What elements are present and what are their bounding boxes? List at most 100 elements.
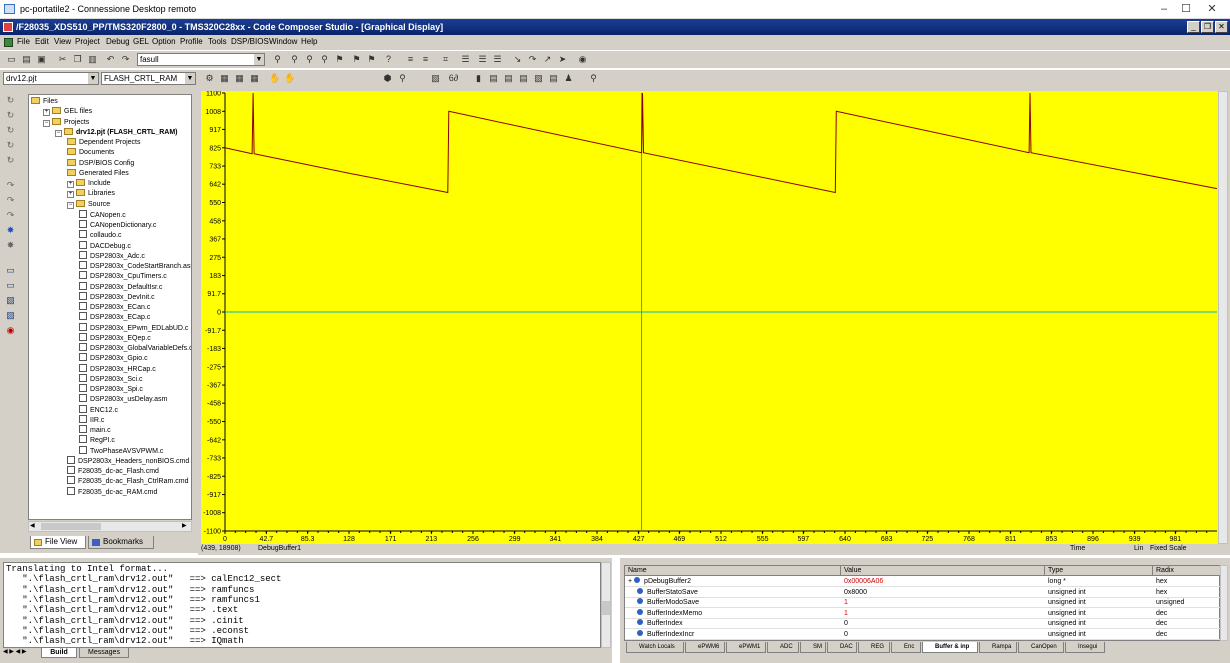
scroll-left-icon[interactable]: ◀ xyxy=(30,523,38,530)
watch-tab[interactable]: Insegui xyxy=(1065,642,1105,653)
tree-item[interactable]: DSP2803x_CodeStartBranch.asm xyxy=(79,261,191,271)
menu-profile[interactable]: Profile xyxy=(180,37,203,46)
menu-edit[interactable]: Edit xyxy=(35,37,49,46)
ccs-close-icon[interactable]: ✕ xyxy=(1215,21,1228,33)
tree-item[interactable]: DSP2803x_Gpio.c xyxy=(79,353,148,363)
registers-icon[interactable]: ▤ xyxy=(488,73,499,84)
search-combo[interactable]: fasull ▼ xyxy=(137,53,265,66)
watch-tab[interactable]: SM xyxy=(800,642,826,653)
expand-icon[interactable]: + xyxy=(43,109,50,117)
run-free-icon[interactable]: ✸ xyxy=(5,225,16,236)
watch-vertical-scrollbar[interactable] xyxy=(1220,565,1228,641)
watch-header-name[interactable]: Name xyxy=(625,566,841,576)
profile-icon[interactable]: ♟ xyxy=(563,73,574,84)
redo-icon[interactable]: ↷ xyxy=(120,54,131,65)
watch-tab[interactable]: ePWM6 xyxy=(685,642,725,653)
expand-icon[interactable]: + xyxy=(67,191,74,199)
watch-cell-value[interactable]: 0 xyxy=(841,619,1045,629)
disassembly-icon[interactable]: ▤ xyxy=(503,73,514,84)
hand2-icon[interactable]: ✋ xyxy=(284,73,295,84)
hand-icon[interactable]: ✋ xyxy=(269,73,280,84)
toggle-bookmark-icon[interactable]: ⚑ xyxy=(351,54,362,65)
menu-gel[interactable]: GEL xyxy=(133,37,149,46)
minimize-icon[interactable]: – xyxy=(1156,2,1172,16)
halt-debug-icon[interactable]: ↻ xyxy=(5,110,16,121)
find-prev-icon[interactable]: ⚲ xyxy=(304,54,315,65)
watch-tab[interactable]: REG xyxy=(858,642,890,653)
tree-item[interactable]: F28035_dc-ac_Flash_CtrlRam.cmd xyxy=(67,476,189,486)
watch-cell-value[interactable]: 1 xyxy=(841,598,1045,608)
copy-icon[interactable]: ❐ xyxy=(72,54,83,65)
ccs-minimize-icon[interactable]: _ xyxy=(1187,21,1200,33)
menu-option[interactable]: Option xyxy=(152,37,176,46)
ccs-restore-icon[interactable]: ❐ xyxy=(1201,21,1214,33)
watch-header-value[interactable]: Value xyxy=(841,566,1045,576)
scroll-thumb[interactable] xyxy=(41,523,101,530)
watch-cell-value[interactable]: 0x8000 xyxy=(841,588,1045,598)
list-icon[interactable]: ☰ xyxy=(460,54,471,65)
tab-messages[interactable]: Messages xyxy=(79,648,129,658)
memory-icon[interactable]: ▮ xyxy=(473,73,484,84)
collapse-icon[interactable]: − xyxy=(55,129,62,137)
tab-file-view[interactable]: File View xyxy=(30,536,86,549)
step-into-icon[interactable]: ↘ xyxy=(512,54,523,65)
chevron-down-icon[interactable]: ▼ xyxy=(88,73,98,84)
menu-project[interactable]: Project xyxy=(75,37,100,46)
tree-item[interactable]: Documents xyxy=(67,148,114,158)
help-icon[interactable]: ? xyxy=(383,54,394,65)
tree-item[interactable]: DSP2803x_usDelay.asm xyxy=(79,394,167,404)
tree-item[interactable]: + Libraries xyxy=(67,189,115,199)
build-icon[interactable]: ▦ xyxy=(219,73,230,84)
watch-window-icon[interactable]: ▤ xyxy=(518,73,529,84)
menu-debug[interactable]: Debug xyxy=(106,37,130,46)
menu-tools[interactable]: Tools xyxy=(208,37,227,46)
indent-icon[interactable]: ≡ xyxy=(405,54,416,65)
watch-header-radix[interactable]: Radix xyxy=(1153,566,1221,576)
project-select[interactable]: drv12.pjt ▼ xyxy=(3,72,99,85)
menu-view[interactable]: View xyxy=(54,37,71,46)
tab-bookmarks[interactable]: Bookmarks xyxy=(88,536,154,549)
watch-tab[interactable]: Rampa xyxy=(979,642,1017,653)
watch-cell-value[interactable]: 0 xyxy=(841,630,1045,640)
restart-icon[interactable]: ↻ xyxy=(5,125,16,136)
tree-item[interactable]: − Projects xyxy=(43,117,89,128)
watch-tab[interactable]: ADC xyxy=(767,642,799,653)
watch-view-icon[interactable]: ▧ xyxy=(5,295,16,306)
probe-icon[interactable]: ⚲ xyxy=(588,73,599,84)
new-file-icon[interactable]: ▭ xyxy=(6,54,17,65)
find-icon[interactable]: ⚲ xyxy=(272,54,283,65)
tree-item[interactable]: DSP2803x_HRCap.c xyxy=(79,363,156,374)
rebuild-icon[interactable]: ▦ xyxy=(234,73,245,84)
tree-item[interactable]: collaudo.c xyxy=(79,230,122,240)
tree-item[interactable]: DSP2803x_Sci.c xyxy=(79,373,143,384)
run-cursor-debug-icon[interactable]: ↷ xyxy=(5,210,16,221)
compile-icon[interactable]: ⚙ xyxy=(204,73,215,84)
tree-item[interactable]: DSP2803x_EPwm_EDLabUD.c xyxy=(79,322,188,333)
menu-window[interactable]: Window xyxy=(269,37,297,46)
tree-item[interactable]: DSP2803x_Adc.c xyxy=(79,250,145,261)
config-select[interactable]: FLASH_CRTL_RAM ▼ xyxy=(101,72,196,85)
watch-cell-value[interactable]: 0x00006A06 xyxy=(841,577,1045,587)
tree-item[interactable]: DSP2803x_GlobalVariableDefs.c xyxy=(79,343,191,353)
cross-ref-icon[interactable]: ⌗ xyxy=(440,54,451,65)
disasm-view-icon[interactable]: ▧ xyxy=(5,310,16,321)
tree-item[interactable]: F28035_dc-ac_Flash.cmd xyxy=(67,466,159,476)
cut-icon[interactable]: ✂ xyxy=(57,54,68,65)
animate-debug-icon[interactable]: ✸ xyxy=(5,240,16,251)
tree-item[interactable]: DSP2803x_EQep.c xyxy=(79,332,151,343)
watch-tab[interactable]: ePWM1 xyxy=(726,642,766,653)
tree-item[interactable]: RegPI.c xyxy=(79,435,115,445)
tree-item[interactable]: DSP2803x_Spi.c xyxy=(79,384,143,394)
menu-dspbios[interactable]: DSP/BIOS xyxy=(231,37,269,46)
tree-item[interactable]: − Source xyxy=(67,199,110,210)
watch-tab[interactable]: Buffer & inp xyxy=(922,642,978,653)
stop-build-icon[interactable]: ▦ xyxy=(249,73,260,84)
watch-tab[interactable]: Enc xyxy=(891,642,921,653)
output-tab-arrows[interactable]: ◀ ▶ ◀ ▶ xyxy=(3,648,39,658)
menu-file[interactable]: File xyxy=(17,37,30,46)
step-over-icon[interactable]: ↷ xyxy=(527,54,538,65)
find-next-icon[interactable]: ⚲ xyxy=(289,54,300,65)
tree-item[interactable]: TwoPhaseAVSVPWM.c xyxy=(79,445,163,456)
watch-cell-value[interactable]: 1 xyxy=(841,609,1045,619)
tree-item[interactable]: ENC12.c xyxy=(79,404,118,415)
